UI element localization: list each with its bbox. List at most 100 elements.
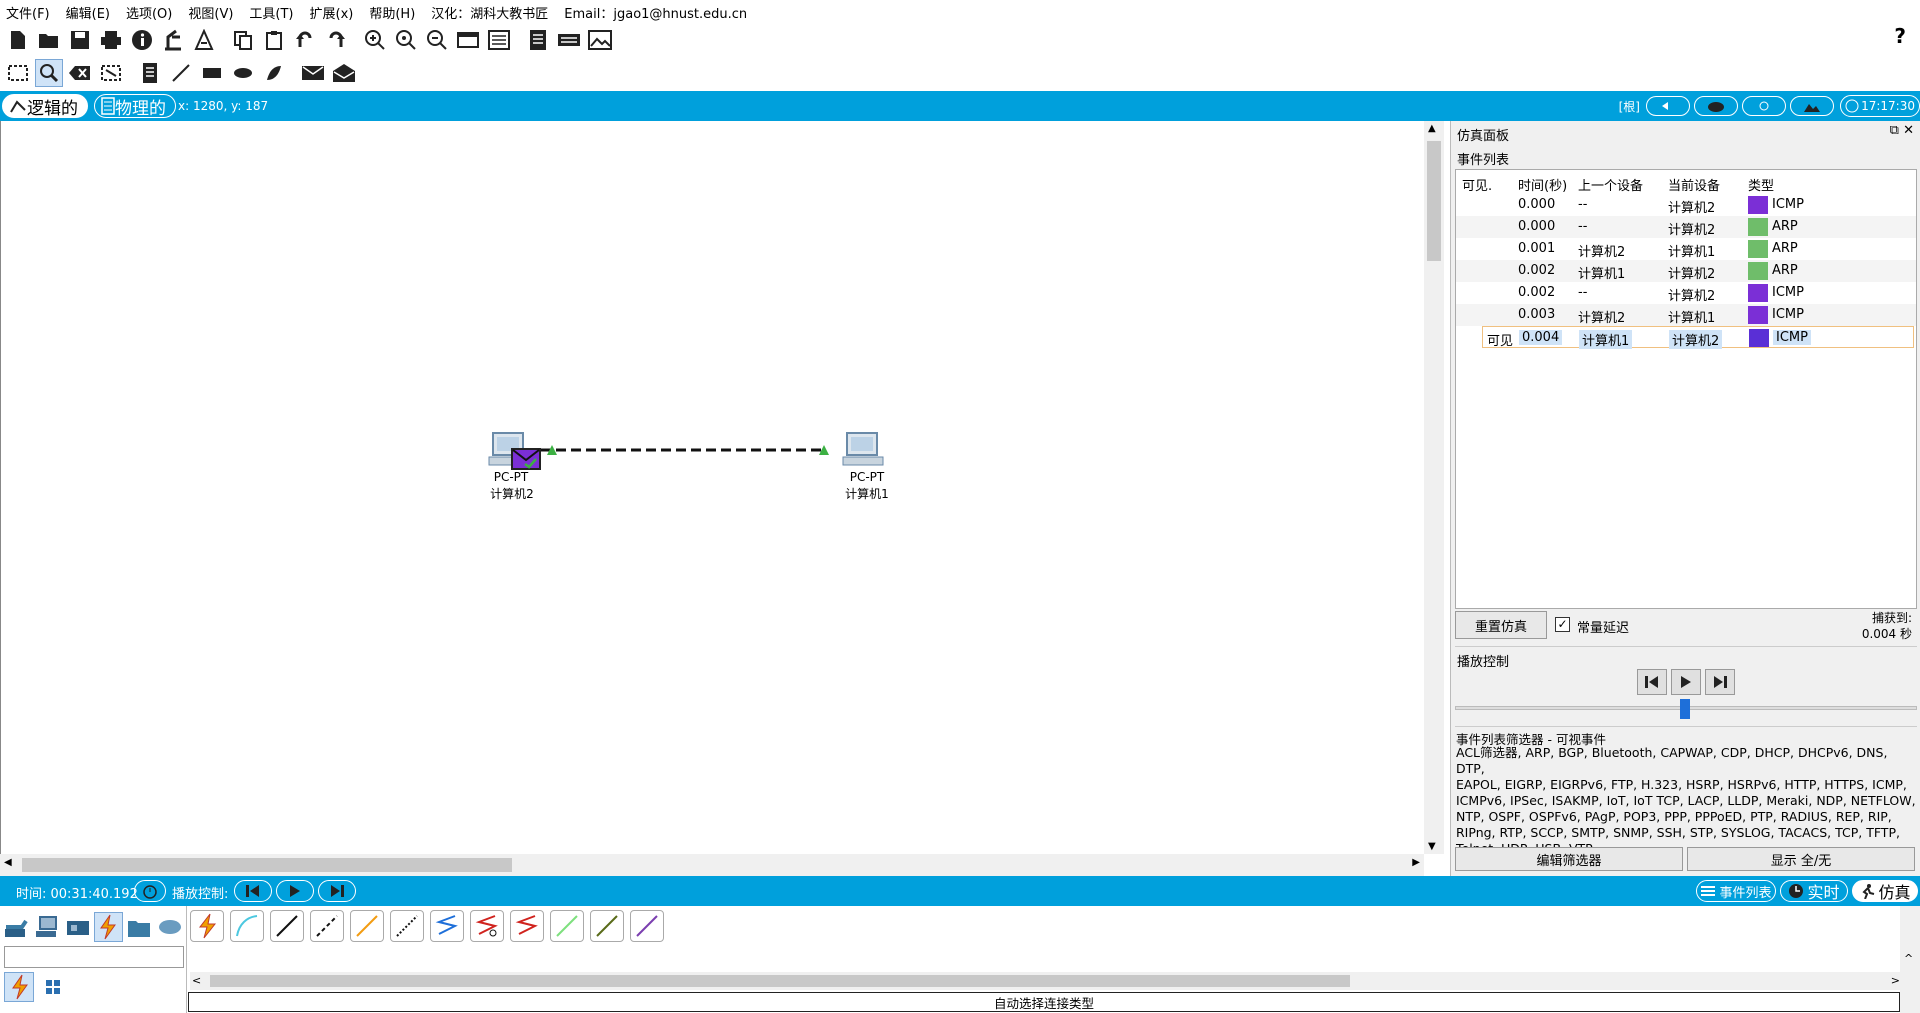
table-row[interactable]: 0.000 -- 计算机2 ARP	[1456, 216, 1916, 238]
undock-icon[interactable]: ⧉	[1890, 123, 1899, 138]
scroll-up-icon[interactable]: ▲	[1428, 123, 1436, 134]
constant-delay-checkbox[interactable]: ✓	[1555, 617, 1570, 632]
console-cable-icon[interactable]	[230, 910, 264, 942]
back-nav-button[interactable]	[1646, 96, 1690, 116]
close-icon[interactable]: ✕	[1903, 123, 1914, 138]
components-icon[interactable]	[63, 912, 92, 942]
pc2-device[interactable]	[487, 431, 543, 471]
info-icon[interactable]	[128, 26, 156, 54]
copper-crossover-icon[interactable]	[310, 910, 344, 942]
canvas-horizontal-scrollbar[interactable]: ◀ ▶	[0, 854, 1424, 876]
zoom-in-icon[interactable]	[361, 26, 389, 54]
menu-extensions[interactable]: 扩展(x)	[310, 3, 354, 22]
connections-scroll-thumb[interactable]	[210, 975, 1350, 987]
draw-line-icon[interactable]	[167, 59, 195, 87]
device-search-input[interactable]	[4, 946, 184, 968]
fiber-icon[interactable]	[350, 910, 384, 942]
drawing-palette-icon[interactable]	[454, 26, 482, 54]
scroll-left-icon[interactable]: <	[192, 974, 201, 987]
resize-icon[interactable]	[97, 59, 125, 87]
freeform-icon[interactable]	[260, 59, 288, 87]
table-row[interactable]: 0.001 计算机2 计算机1 ARP	[1456, 238, 1916, 260]
table-row[interactable]: 0.000 -- 计算机2 ICMP	[1456, 194, 1916, 216]
logical-workspace[interactable]: PC-PT 计算机2 PC-PT 计算机1	[0, 121, 1431, 876]
menu-file[interactable]: 文件(F)	[6, 3, 50, 22]
open-folder-icon[interactable]	[35, 26, 63, 54]
edit-filters-button[interactable]: 编辑筛选器	[1455, 847, 1683, 871]
network-devices-icon[interactable]	[2, 912, 31, 942]
tab-logical[interactable]: 逻辑的	[2, 94, 88, 119]
grid-icon[interactable]	[42, 976, 64, 998]
menu-help[interactable]: 帮助(H)	[369, 3, 415, 22]
viewport-button[interactable]	[1694, 96, 1738, 116]
scroll-up-icon[interactable]: ^	[1904, 952, 1913, 965]
connections-category-icon[interactable]	[93, 912, 123, 942]
table-row[interactable]: 0.003 计算机2 计算机1 ICMP	[1456, 304, 1916, 326]
menu-edit[interactable]: 编辑(E)	[66, 3, 110, 22]
event-list-toggle[interactable]: 事件列表	[1696, 880, 1776, 902]
back-step-button[interactable]	[1637, 669, 1667, 695]
cluster-button[interactable]	[1742, 96, 1786, 116]
realtime-mode-tab[interactable]: 实时	[1780, 880, 1848, 902]
vertical-scroll-thumb[interactable]	[1427, 141, 1441, 261]
select-icon[interactable]	[4, 59, 32, 87]
auto-connection-icon[interactable]	[190, 910, 224, 942]
bottom-back-button[interactable]	[234, 880, 272, 902]
horizontal-scroll-thumb[interactable]	[22, 858, 512, 872]
print-icon[interactable]	[97, 26, 125, 54]
menu-options[interactable]: 选项(O)	[126, 3, 172, 22]
scroll-left-icon[interactable]: ◀	[4, 857, 12, 868]
octal-cable-icon[interactable]	[550, 910, 584, 942]
miscellaneous-icon[interactable]	[125, 912, 154, 942]
multiuser-icon[interactable]	[155, 912, 184, 942]
envelope-pdu-icon[interactable]	[511, 448, 541, 470]
draw-rectangle-icon[interactable]	[198, 59, 226, 87]
iot-custom-cable-icon[interactable]	[590, 910, 624, 942]
connections-subcategory-icon[interactable]	[4, 972, 34, 1002]
timer-button[interactable]	[134, 880, 166, 902]
bottom-play-button[interactable]	[276, 880, 314, 902]
network-wizard-icon[interactable]	[159, 26, 187, 54]
serial-dte-icon[interactable]	[510, 910, 544, 942]
scroll-right-icon[interactable]: >	[1891, 974, 1900, 987]
serial-dce-icon[interactable]	[470, 910, 504, 942]
document-icon[interactable]	[524, 26, 552, 54]
table-row[interactable]: 可见 0.004 计算机1 计算机2 ICMP	[1482, 326, 1914, 349]
device-area-vertical-scrollbar[interactable]: ^	[1900, 906, 1920, 1013]
scroll-down-icon[interactable]: ▼	[1428, 841, 1436, 852]
bottom-forward-button[interactable]	[318, 880, 356, 902]
delete-icon[interactable]	[66, 59, 94, 87]
new-file-icon[interactable]	[4, 26, 32, 54]
paste-icon[interactable]	[260, 26, 288, 54]
copper-straight-icon[interactable]	[270, 910, 304, 942]
custom-device-icon[interactable]	[485, 26, 513, 54]
add-simple-pdu-icon[interactable]	[299, 59, 327, 87]
help-icon[interactable]: ?	[1894, 24, 1906, 48]
menu-tools[interactable]: 工具(T)	[249, 3, 293, 22]
undo-icon[interactable]	[291, 26, 319, 54]
scroll-right-icon[interactable]: ▶	[1412, 857, 1420, 868]
save-icon[interactable]	[66, 26, 94, 54]
end-devices-icon[interactable]	[33, 912, 62, 942]
environment-button[interactable]	[1790, 96, 1834, 116]
forward-step-button[interactable]	[1705, 669, 1735, 695]
ipc-icon[interactable]	[586, 26, 614, 54]
activity-wizard-icon[interactable]	[190, 26, 218, 54]
zoom-out-icon[interactable]	[423, 26, 451, 54]
event-list-table[interactable]: 可见. 时间(秒) 上一个设备 当前设备 类型 0.000 -- 计算机2 ICMP 0…	[1455, 169, 1917, 609]
device-template-icon[interactable]	[555, 26, 583, 54]
redo-icon[interactable]	[322, 26, 350, 54]
connections-horizontal-scrollbar[interactable]: < >	[190, 972, 1902, 990]
simulation-mode-tab[interactable]: 仿真	[1852, 880, 1918, 902]
coaxial-icon[interactable]	[430, 910, 464, 942]
add-complex-pdu-icon[interactable]	[330, 59, 358, 87]
speed-slider-thumb[interactable]	[1680, 699, 1690, 719]
note-icon[interactable]	[136, 59, 164, 87]
table-row[interactable]: 0.002 -- 计算机2 ICMP	[1456, 282, 1916, 304]
pc1-device[interactable]	[839, 431, 889, 471]
canvas-vertical-scrollbar[interactable]: ▲ ▼	[1424, 121, 1444, 854]
inspect-icon[interactable]	[35, 59, 63, 87]
show-all-none-button[interactable]: 显示 全/无	[1687, 847, 1915, 871]
draw-ellipse-icon[interactable]	[229, 59, 257, 87]
table-row[interactable]: 0.002 计算机1 计算机2 ARP	[1456, 260, 1916, 282]
